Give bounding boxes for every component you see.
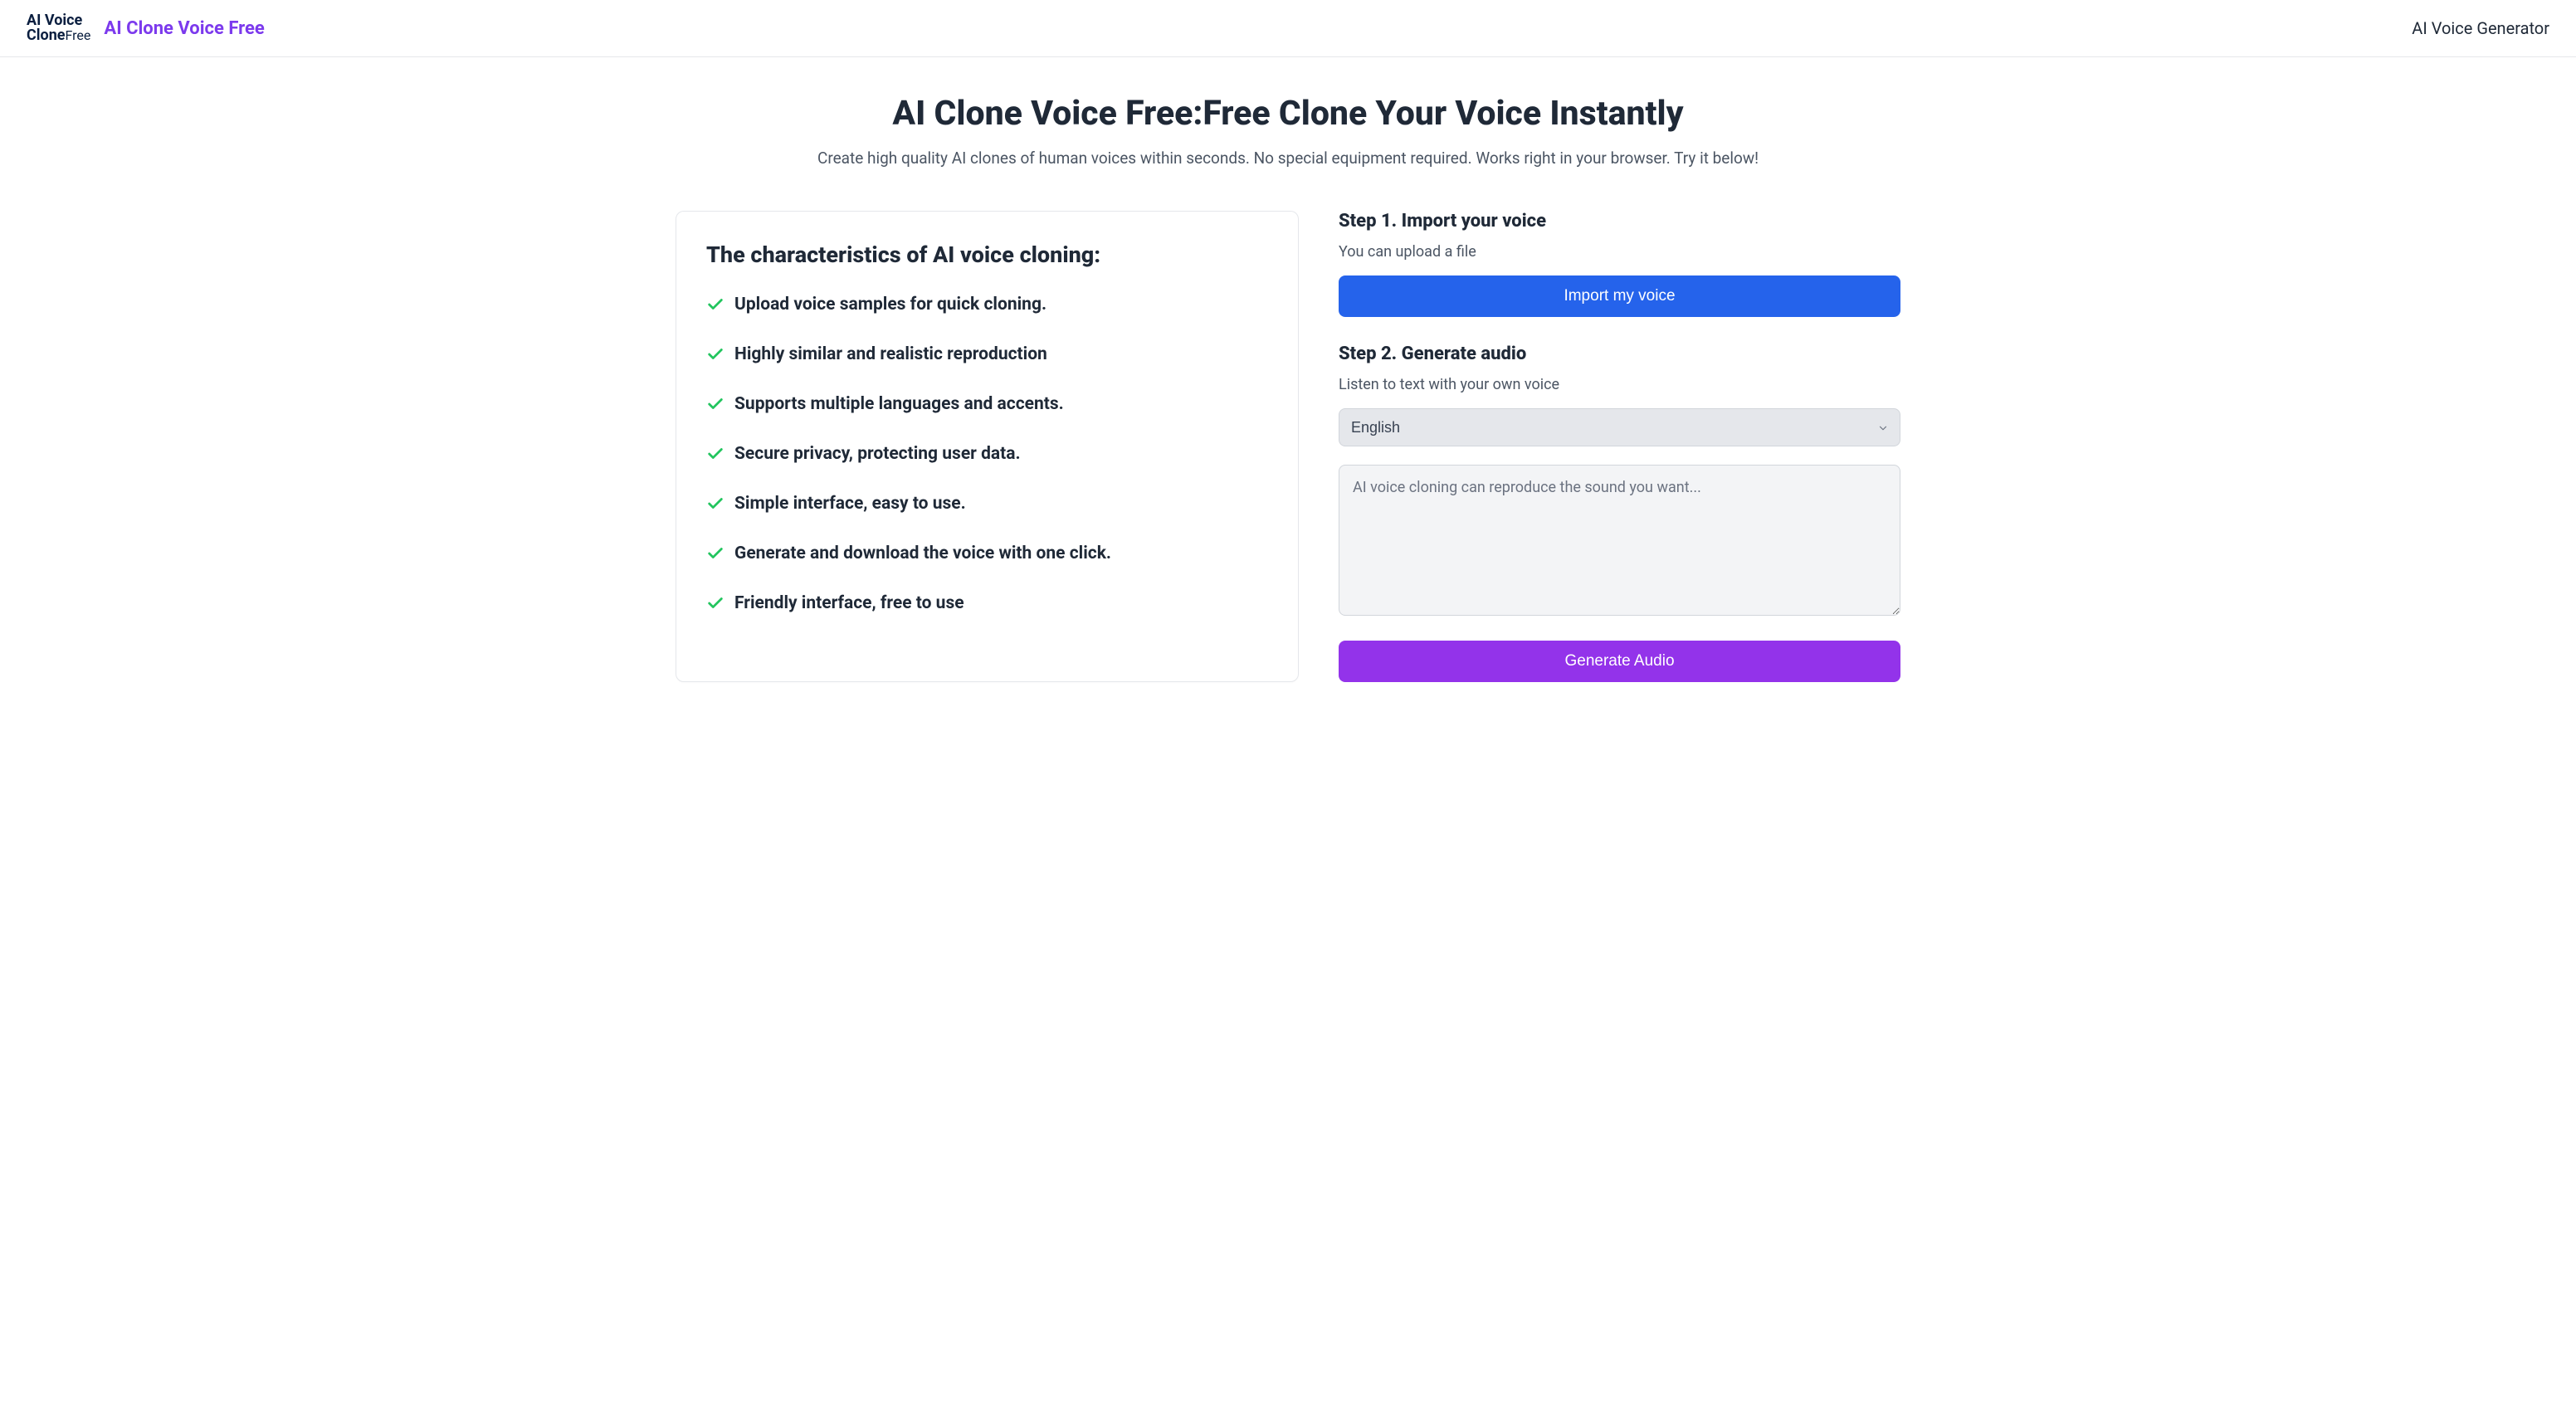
feature-text: Secure privacy, protecting user data. xyxy=(734,444,1021,464)
step1-title: Step 1. Import your voice xyxy=(1339,211,1900,232)
check-icon xyxy=(706,295,724,314)
feature-list: Upload voice samples for quick cloning. … xyxy=(706,295,1268,613)
main: The characteristics of AI voice cloning:… xyxy=(649,191,1927,715)
header: AI Voice CloneFree AI Clone Voice Free A… xyxy=(0,0,2576,57)
generate-audio-button[interactable]: Generate Audio xyxy=(1339,641,1900,682)
check-icon xyxy=(706,544,724,563)
feature-text: Supports multiple languages and accents. xyxy=(734,394,1064,414)
feature-item: Supports multiple languages and accents. xyxy=(706,394,1268,414)
logo-clone: Clone xyxy=(27,27,66,44)
header-left: AI Voice CloneFree AI Clone Voice Free xyxy=(27,13,265,43)
step2-title: Step 2. Generate audio xyxy=(1339,344,1900,364)
check-icon xyxy=(706,395,724,413)
page-title: AI Clone Voice Free:Free Clone Your Voic… xyxy=(27,94,2549,134)
check-icon xyxy=(706,445,724,463)
logo-free: Free xyxy=(66,27,91,43)
step2-subtitle: Listen to text with your own voice xyxy=(1339,376,1900,393)
feature-item: Highly similar and realistic reproductio… xyxy=(706,344,1268,364)
feature-text: Generate and download the voice with one… xyxy=(734,544,1111,563)
brand-text[interactable]: AI Clone Voice Free xyxy=(104,18,264,39)
feature-text: Highly similar and realistic reproductio… xyxy=(734,344,1047,364)
hero: AI Clone Voice Free:Free Clone Your Voic… xyxy=(0,57,2576,191)
feature-text: Simple interface, easy to use. xyxy=(734,494,966,514)
language-select-wrap: English xyxy=(1339,408,1900,446)
feature-item: Secure privacy, protecting user data. xyxy=(706,444,1268,464)
nav-ai-voice-generator[interactable]: AI Voice Generator xyxy=(2412,18,2549,38)
feature-item: Generate and download the voice with one… xyxy=(706,544,1268,563)
logo-line2: CloneFree xyxy=(27,28,90,43)
feature-text: Friendly interface, free to use xyxy=(734,593,964,613)
page-subtitle: Create high quality AI clones of human v… xyxy=(27,149,2549,168)
characteristics-title: The characteristics of AI voice cloning: xyxy=(706,241,1268,268)
feature-item: Friendly interface, free to use xyxy=(706,593,1268,613)
characteristics-card: The characteristics of AI voice cloning:… xyxy=(676,211,1299,682)
step1-subtitle: You can upload a file xyxy=(1339,243,1900,261)
check-icon xyxy=(706,345,724,363)
feature-item: Simple interface, easy to use. xyxy=(706,494,1268,514)
import-voice-button[interactable]: Import my voice xyxy=(1339,275,1900,317)
logo[interactable]: AI Voice CloneFree xyxy=(27,13,90,43)
check-icon xyxy=(706,495,724,513)
feature-text: Upload voice samples for quick cloning. xyxy=(734,295,1046,314)
language-select[interactable]: English xyxy=(1339,408,1900,446)
text-input[interactable] xyxy=(1339,465,1900,616)
check-icon xyxy=(706,594,724,612)
feature-item: Upload voice samples for quick cloning. xyxy=(706,295,1268,314)
steps-panel: Step 1. Import your voice You can upload… xyxy=(1339,211,1900,682)
